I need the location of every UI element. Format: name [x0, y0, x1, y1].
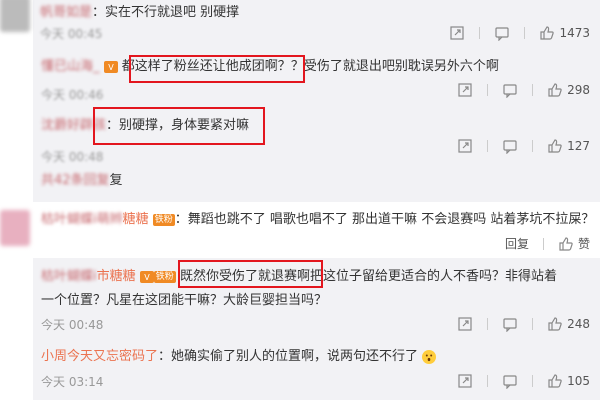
divider	[479, 27, 481, 39]
comment-6-username[interactable]: 小周今天又忘密码了	[41, 349, 158, 364]
divider	[524, 27, 526, 39]
comment-2-actions: 298	[443, 82, 590, 98]
comment-2-time: 今天 00:46	[41, 88, 104, 102]
comment-5-username-tail[interactable]: 市糖糖	[97, 269, 136, 284]
share-icon[interactable]	[457, 373, 473, 389]
comment-3-like-count: 127	[567, 139, 590, 153]
comment-3-time: 今天 00:48	[41, 150, 104, 164]
surprised-emoji-icon	[422, 349, 437, 364]
divider	[487, 375, 489, 387]
divider	[487, 84, 489, 96]
comment-icon[interactable]	[502, 316, 518, 332]
comment-2-username[interactable]: 懂已山海_	[41, 59, 100, 74]
like-icon[interactable]	[539, 25, 555, 41]
comment-4-username-tail[interactable]: 糖糖	[123, 212, 149, 227]
comment-4-text: ：舞蹈也跳不了 唱歌也唱不了 那出道干嘛 不会退赛吗 站着茅坑不拉屎？	[174, 212, 595, 227]
svg-text:V: V	[108, 63, 114, 72]
share-icon[interactable]	[457, 316, 473, 332]
divider	[532, 375, 534, 387]
comment-5-text: 把这位子留给更适合的人不香吗？非得站着	[309, 269, 557, 284]
comment-1-username[interactable]: 帆哥如是	[40, 5, 92, 20]
share-icon[interactable]	[457, 138, 473, 154]
like-icon[interactable]	[547, 373, 563, 389]
avatar[interactable]	[0, 210, 30, 246]
comment-5-time: 今天 00:48	[41, 318, 104, 332]
like-icon[interactable]	[547, 138, 563, 154]
fan-badge: 铁粉	[152, 213, 175, 226]
share-icon[interactable]	[457, 82, 473, 98]
reply-button[interactable]: 回复	[505, 235, 529, 252]
more-replies-link[interactable]: 共42条回复复	[41, 172, 123, 190]
comment-6-actions: 105	[443, 373, 590, 389]
comment-1-like-count: 1473	[559, 26, 590, 40]
divider	[487, 318, 489, 330]
divider	[532, 140, 534, 152]
comment-5-like-count: 248	[567, 317, 590, 331]
comment-4-username[interactable]: 枯叶蝴蝶i萌辫	[41, 212, 123, 227]
like-icon[interactable]	[547, 316, 563, 332]
comment-6-time: 今天 03:14	[41, 375, 104, 389]
comment-icon[interactable]	[502, 373, 518, 389]
comment-icon[interactable]	[502, 138, 518, 154]
divider	[532, 318, 534, 330]
highlight-box-2	[93, 107, 265, 145]
comment-5-actions: 248	[443, 316, 590, 332]
like-label[interactable]: 赞	[578, 235, 590, 252]
highlight-box-1	[129, 55, 305, 83]
avatar[interactable]	[0, 0, 30, 32]
comment-1: 帆哥如是：实在不行就退吧 别硬撑	[40, 4, 239, 22]
comment-1-time: 今天 00:45	[40, 27, 103, 41]
comment-icon[interactable]	[502, 82, 518, 98]
vip-badge-icon: V	[139, 270, 154, 283]
divider	[542, 237, 544, 250]
highlight-box-3	[178, 260, 323, 288]
comment-6: 小周今天又忘密码了：她确实偷了别人的位置啊，说两句还不行了	[41, 348, 437, 366]
fan-badge: 铁粉	[153, 270, 176, 283]
divider	[532, 84, 534, 96]
comment-icon[interactable]	[494, 25, 510, 41]
vip-badge-icon: V	[103, 60, 118, 73]
comment-1-text: ：实在不行就退吧 别硬撑	[92, 5, 240, 20]
comment-4: 枯叶蝴蝶i萌辫糖糖 铁粉 ：舞蹈也跳不了 唱歌也唱不了 那出道干嘛 不会退赛吗 站…	[41, 211, 594, 229]
like-icon[interactable]	[558, 236, 574, 252]
comment-3-actions: 127	[443, 138, 590, 154]
comment-2-text: ？受伤了就退出吧别耽误另外六个啊	[290, 59, 499, 74]
comment-6-text: ：她确实偷了别人的位置啊，说两句还不行了	[158, 349, 419, 364]
comment-6-like-count: 105	[567, 374, 590, 388]
more-replies-label[interactable]: 共42条回复	[41, 173, 110, 188]
share-icon[interactable]	[449, 25, 465, 41]
comment-5-line-2: 一个位置？凡星在这团能干嘛？大龄巨婴担当吗？	[41, 293, 328, 308]
comment-5-username[interactable]: 枯叶蝴蝶i	[41, 269, 97, 284]
comment-4-actions: 回复 赞	[505, 235, 590, 252]
comment-2-like-count: 298	[567, 83, 590, 97]
like-icon[interactable]	[547, 82, 563, 98]
divider	[487, 140, 489, 152]
more-replies-tail: 复	[109, 173, 123, 188]
comment-1-actions: 1473	[435, 25, 590, 41]
svg-text:V: V	[144, 273, 150, 282]
